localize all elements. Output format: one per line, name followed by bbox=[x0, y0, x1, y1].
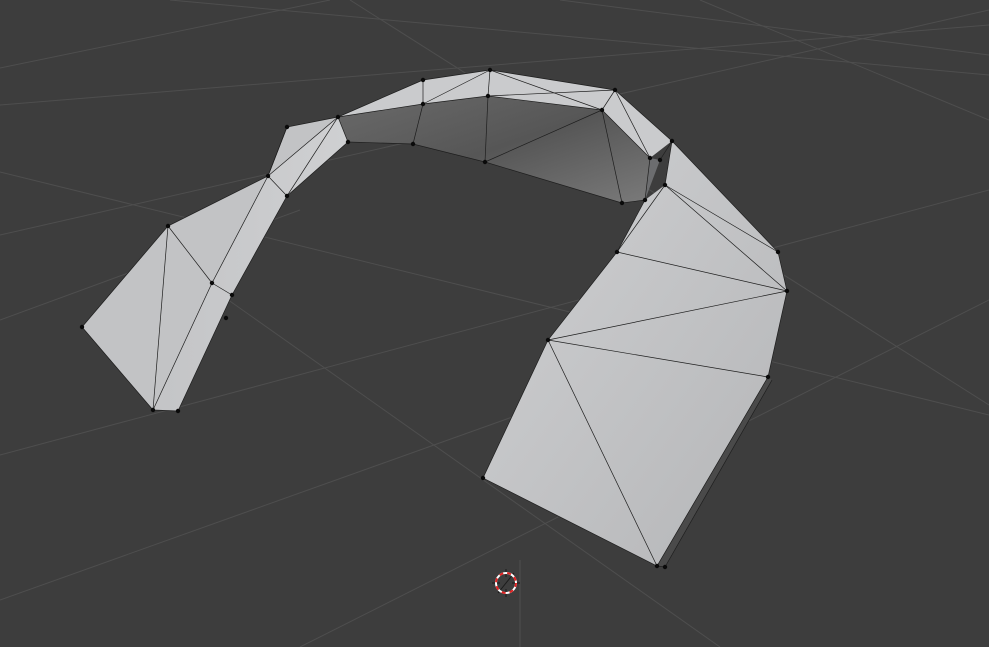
3d-viewport[interactable] bbox=[0, 0, 989, 647]
mesh-object[interactable] bbox=[79, 67, 790, 570]
3d-cursor-icon[interactable] bbox=[492, 569, 520, 597]
viewport-canvas[interactable] bbox=[0, 0, 989, 647]
mesh-right-face bbox=[483, 141, 787, 566]
mesh-inner-face bbox=[338, 96, 650, 203]
